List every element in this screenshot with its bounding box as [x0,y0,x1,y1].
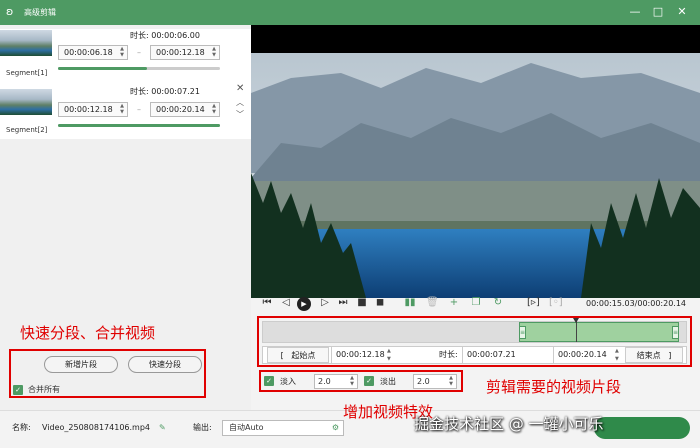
name-label: 名称: [12,423,31,432]
time-readout: 00:00:15.03/00:00:20.14 [586,299,686,308]
edit-name-icon[interactable]: ✎ [159,421,166,435]
landscape-image [251,53,700,298]
segment-start-time-field[interactable]: 00:00:06.18 ▲ ▼ [58,45,128,60]
segment-end-time-field[interactable]: 00:00:20.14 ▲ ▼ [150,102,220,117]
delete-icon[interactable]: 🗑 [426,296,439,310]
play-icon[interactable]: ▶ [297,297,311,311]
video-preview[interactable] [251,25,700,298]
export-button[interactable] [594,417,690,439]
segment-label: Segment[1] [6,69,48,77]
skip-start-icon[interactable]: ⏮ [261,296,273,310]
minimize-button[interactable]: — [628,5,642,19]
playback-toolbar: ⏮ ◁ ▶ ▷ ⏭ ■ ◼ ▮▮ 🗑 + ❐ ↻ [▹] [◦] 00:00:1… [251,294,700,314]
video-frame [251,53,700,298]
window-title: 高级剪辑 [24,8,56,17]
split-icon[interactable]: ▮▮ [404,296,416,310]
annotation-split-merge: 快速分段、合并视频 [20,324,156,342]
spin-arrows-icon[interactable]: ▲ ▼ [119,46,125,58]
file-name: Video_250808174106.mp4 [42,423,150,432]
segment-progress-fill [58,67,148,70]
segment-end-time-field[interactable]: 00:00:12.18 ▲ ▼ [150,45,220,60]
segment-close-icon[interactable]: ✕ [236,83,244,94]
maximize-button[interactable]: □ [651,5,665,19]
move-down-icon[interactable]: ﹀ [236,109,244,120]
annotation-box-effects [259,370,463,392]
segment-duration: 时长: 00:00:06.00 [130,31,200,40]
segment-progress-track [58,67,220,70]
output-label: 输出: [193,423,212,432]
move-up-icon[interactable]: ︿ [236,97,244,108]
segment-item[interactable]: Segment[2] 时长: 00:00:07.21 ✕ 00:00:12.18… [0,83,251,139]
bracket-in-icon[interactable]: [▹] [527,296,540,310]
step-forward-icon[interactable]: ▷ [319,296,331,310]
copy-icon[interactable]: ❐ [470,296,482,310]
gear-icon[interactable]: ⚙ [332,421,339,435]
segment-label: Segment[2] [6,126,48,134]
segment-thumbnail [0,30,52,56]
stop-icon[interactable]: ■ [356,296,368,310]
segment-progress-track [58,124,220,127]
segment-thumbnail [0,89,52,115]
segment-start-time-field[interactable]: 00:00:12.18 ▲ ▼ [58,102,128,117]
close-button[interactable]: ✕ [675,5,689,19]
segment-item[interactable]: Segment[1] 时长: 00:00:06.00 00:00:06.18 ▲ ▼… [0,29,251,85]
range-dash: – [137,105,141,114]
spin-arrows-icon[interactable]: ▲ ▼ [211,46,217,58]
refresh-icon[interactable]: ↻ [492,296,504,310]
spin-arrows-icon[interactable]: ▲ ▼ [119,103,125,115]
annotation-box-trim [257,316,692,367]
annotation-trim: 剪辑需要的视频片段 [486,378,622,396]
range-dash: – [137,48,141,57]
segment-progress-fill [58,124,220,127]
stop-square-icon[interactable]: ◼ [374,296,386,310]
step-back-icon[interactable]: ◁ [280,296,292,310]
bracket-out-icon[interactable]: [◦] [549,296,563,310]
add-icon[interactable]: + [448,296,460,310]
annotation-box-left [9,349,206,398]
watermark: 掘金技术社区 @ 一罐小可乐 [414,415,604,433]
segment-duration: 时长: 00:00:07.21 [130,87,200,96]
rabbit-logo-icon: ʚ [6,5,14,18]
skip-end-icon[interactable]: ⏭ [337,296,349,310]
spin-arrows-icon[interactable]: ▲ ▼ [211,103,217,115]
output-path-field[interactable]: 自动Auto ⚙ [222,420,344,436]
title-bar: ʚ 高级剪辑 — □ ✕ [0,0,700,25]
